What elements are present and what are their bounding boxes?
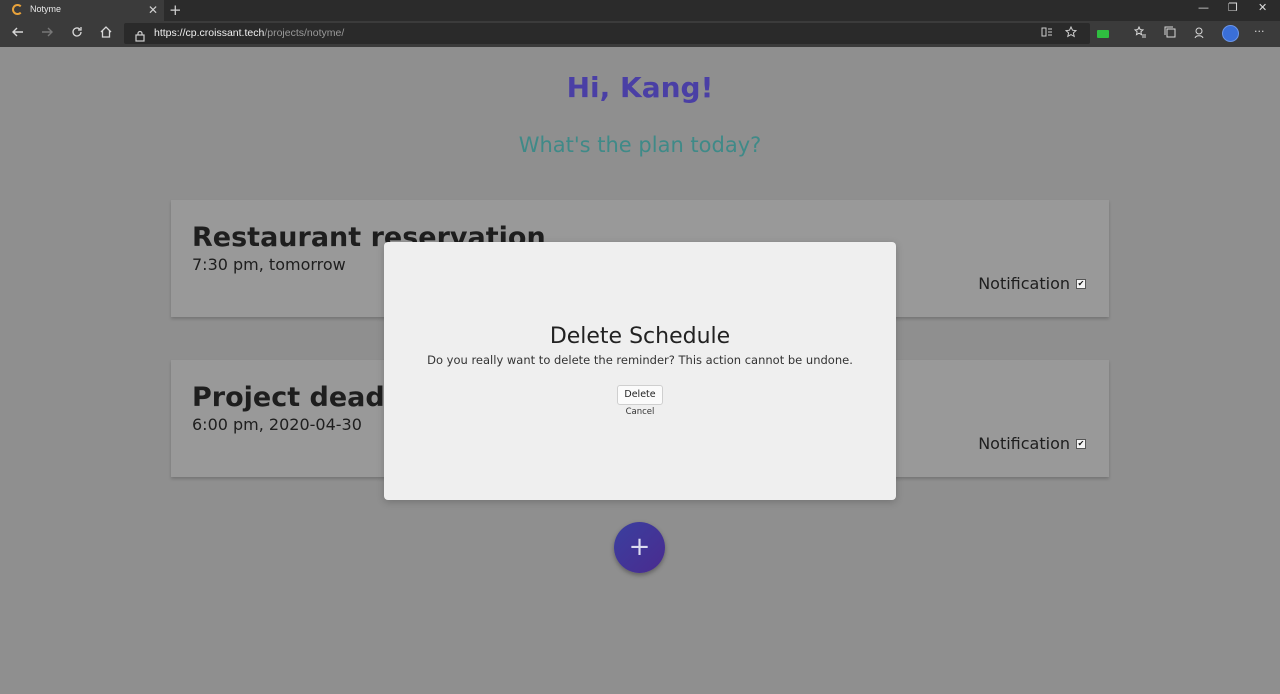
browser-toolbar: https://cp.croissant.tech/projects/notym… — [0, 21, 1280, 47]
forward-arrow-icon[interactable] — [38, 25, 56, 45]
notification-label: Notification — [978, 274, 1070, 293]
new-tab-button[interactable]: + — [169, 0, 182, 20]
restore-window-button[interactable]: ❐ — [1228, 1, 1238, 15]
cancel-button[interactable]: Cancel — [384, 407, 896, 417]
add-schedule-button[interactable]: + — [614, 522, 665, 573]
read-aloud-icon[interactable] — [1041, 26, 1053, 42]
star-icon[interactable] — [1064, 25, 1078, 42]
refresh-icon[interactable] — [68, 25, 86, 45]
minimize-window-button[interactable]: — — [1198, 1, 1209, 15]
browser-tab-bar: Notyme ✕ + — ❐ ✕ — [0, 0, 1280, 21]
lock-icon — [135, 27, 145, 42]
schedule-time: 6:00 pm, 2020-04-30 — [192, 415, 362, 434]
close-tab-icon[interactable]: ✕ — [148, 2, 158, 18]
url-path: /projects/notyme/ — [264, 27, 345, 39]
subtitle: What's the plan today? — [518, 133, 762, 157]
croissant-favicon-icon — [12, 4, 23, 15]
favorites-icon[interactable] — [1133, 25, 1147, 44]
tab-title: Notyme — [30, 4, 62, 14]
notification-label: Notification — [978, 434, 1070, 453]
collections-icon[interactable] — [1164, 26, 1177, 44]
delete-button[interactable]: Delete — [617, 385, 663, 405]
checkbox-checked-icon[interactable]: ✔ — [1076, 278, 1086, 289]
address-bar[interactable]: https://cp.croissant.tech/projects/notym… — [124, 23, 1090, 44]
schedule-time: 7:30 pm, tomorrow — [192, 255, 346, 274]
more-menu-icon[interactable]: ··· — [1254, 24, 1265, 40]
feedback-icon[interactable] — [1193, 26, 1206, 44]
dialog-title: Delete Schedule — [549, 324, 731, 349]
notification-toggle[interactable]: Notification ✔ — [978, 274, 1086, 293]
delete-schedule-dialog: Delete Schedule Do you really want to de… — [384, 242, 896, 500]
back-arrow-icon[interactable] — [9, 25, 27, 45]
dialog-message: Do you really want to delete the reminde… — [427, 353, 853, 367]
notification-toggle[interactable]: Notification ✔ — [978, 434, 1086, 453]
url-host: https://cp.croissant.tech — [154, 27, 265, 39]
checkbox-checked-icon[interactable]: ✔ — [1076, 438, 1086, 449]
browser-tab-notyme[interactable]: Notyme ✕ — [0, 0, 164, 21]
profile-avatar[interactable] — [1222, 25, 1239, 42]
close-window-button[interactable]: ✕ — [1258, 1, 1267, 15]
url-text: https://cp.croissant.tech/projects/notym… — [154, 27, 344, 39]
home-icon[interactable] — [97, 25, 115, 45]
greeting-heading: Hi, Kang! — [566, 71, 714, 104]
extension-icon[interactable] — [1097, 30, 1109, 38]
